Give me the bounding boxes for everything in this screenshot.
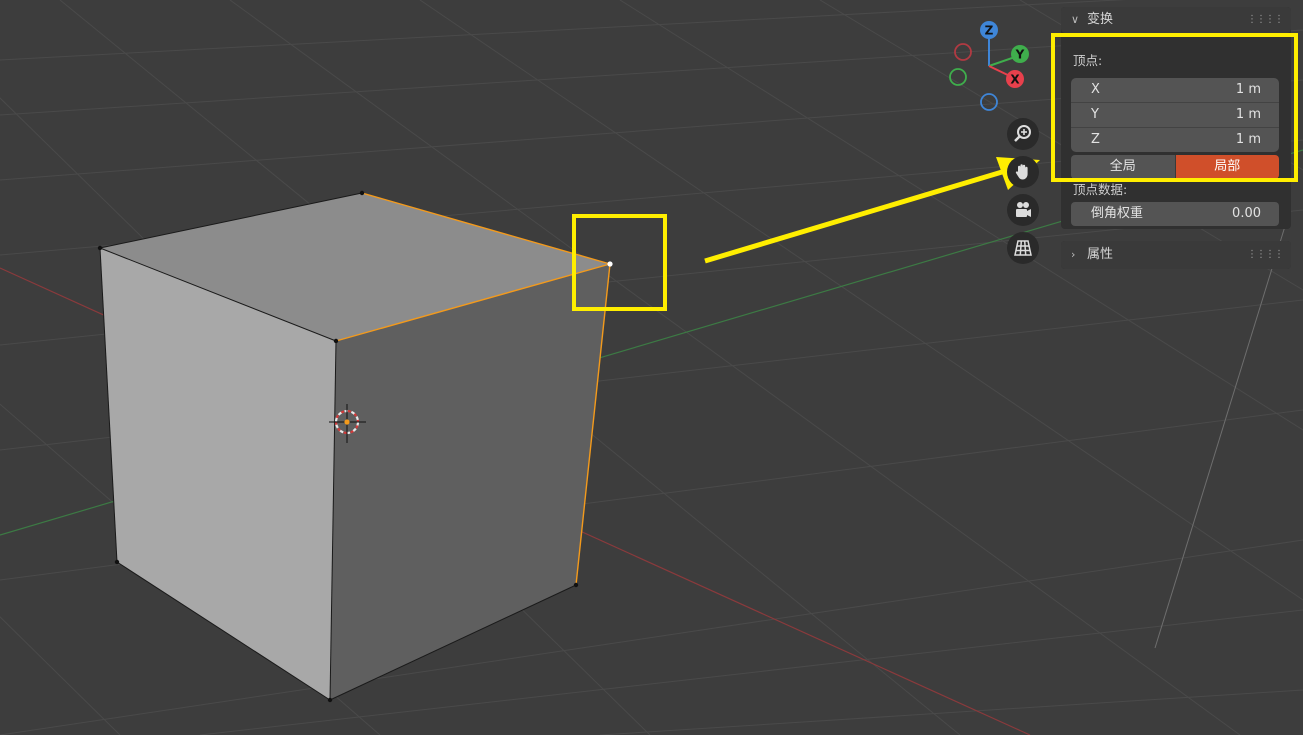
properties-panel: › 属性 ⋮⋮⋮⋮: [1061, 241, 1291, 269]
properties-panel-header[interactable]: › 属性 ⋮⋮⋮⋮: [1061, 241, 1291, 269]
transform-panel-header[interactable]: ∨ 变换 ⋮⋮⋮⋮: [1061, 7, 1291, 33]
chevron-right-icon: ›: [1071, 248, 1076, 261]
bevel-weight-value: 0.00: [1232, 206, 1261, 221]
bevel-weight-field[interactable]: 倒角权重 0.00: [1071, 202, 1279, 226]
light-line: [1154, 209, 1291, 649]
gizmo-z-label: Z: [985, 24, 994, 38]
annotation-arrow: [704, 157, 1040, 264]
navigation-gizmo[interactable]: Z Y X: [940, 18, 1040, 118]
drag-handle-icon[interactable]: ⋮⋮⋮⋮: [1247, 241, 1284, 269]
zoom-button[interactable]: [1007, 118, 1039, 150]
transform-panel-title: 变换: [1087, 12, 1114, 27]
chevron-down-icon: ∨: [1071, 13, 1080, 26]
pan-button[interactable]: [1007, 156, 1039, 188]
bevel-weight-label: 倒角权重: [1091, 206, 1144, 221]
3d-viewport[interactable]: Z Y X ∨ 变换 ⋮⋮⋮⋮ 顶点: X 1 m Y 1 m Z 1 m 全局…: [0, 0, 1303, 735]
gizmo-y-label: Y: [1015, 48, 1025, 62]
panel-highlight-box: [1051, 33, 1298, 182]
perspective-toggle-button[interactable]: [1007, 232, 1039, 264]
gizmo-neg-x-icon: [954, 43, 972, 61]
zoom-in-icon: [1014, 125, 1031, 142]
cube-object: [97, 190, 613, 703]
camera-icon: [1016, 202, 1031, 217]
vertex-highlight-box: [572, 214, 667, 311]
properties-panel-title: 属性: [1087, 247, 1114, 262]
grid-perspective-icon: [1014, 240, 1032, 256]
drag-handle-icon[interactable]: ⋮⋮⋮⋮: [1247, 7, 1284, 33]
gizmo-neg-z-icon: [980, 93, 998, 111]
gizmo-neg-y-icon: [949, 68, 967, 86]
hand-pan-icon: [1015, 164, 1028, 180]
camera-view-button[interactable]: [1007, 194, 1039, 226]
gizmo-x-label: X: [1010, 73, 1020, 87]
